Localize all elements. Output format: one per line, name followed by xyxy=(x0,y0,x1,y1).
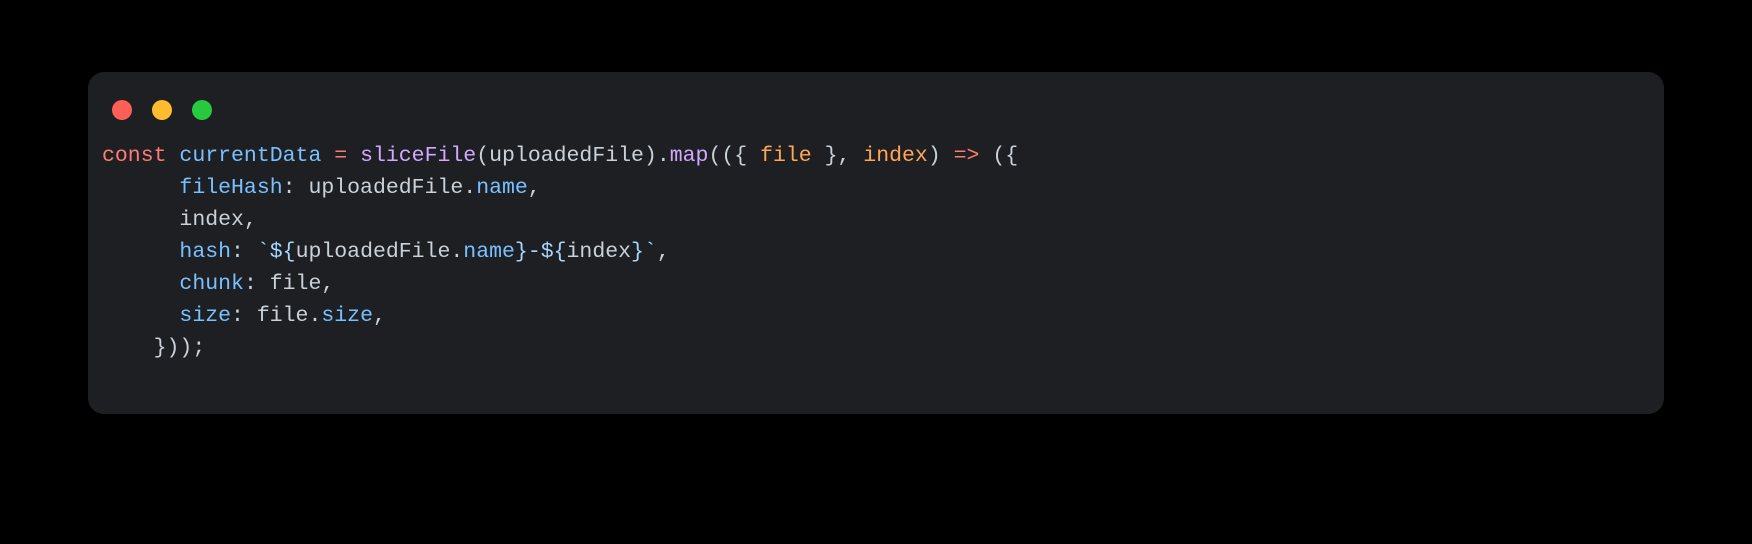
code-token-templ-punct: ${ xyxy=(541,240,567,264)
code-token-plain xyxy=(102,336,154,360)
code-token-prop: name xyxy=(463,240,515,264)
code-token-punct: : file. xyxy=(231,304,321,328)
code-token-plain xyxy=(102,240,179,264)
code-token-templ-punct: } xyxy=(515,240,528,264)
code-token-prop: fileHash xyxy=(179,176,282,200)
code-token-punct: . xyxy=(450,240,463,264)
maximize-icon[interactable] xyxy=(192,100,212,120)
code-token-plain xyxy=(102,208,179,232)
code-token-plain xyxy=(167,144,180,168)
code-token-punct: ) xyxy=(928,144,954,168)
close-icon[interactable] xyxy=(112,100,132,120)
code-token-param: index xyxy=(863,144,928,168)
code-token-arrow: => xyxy=(954,144,980,168)
code-token-prop: size xyxy=(179,304,231,328)
code-window: const currentData = sliceFile(uploadedFi… xyxy=(88,72,1664,414)
code-token-func: map xyxy=(670,144,709,168)
code-token-punct: : uploadedFile. xyxy=(283,176,477,200)
code-token-punct: ). xyxy=(644,144,670,168)
minimize-icon[interactable] xyxy=(152,100,172,120)
code-token-prop: chunk xyxy=(179,272,244,296)
code-token-plain xyxy=(102,304,179,328)
code-token-prop: hash xyxy=(179,240,231,264)
code-token-punct: , xyxy=(373,304,386,328)
code-token-punct: , xyxy=(657,240,670,264)
code-token-templ-punct: } xyxy=(631,240,644,264)
code-token-string: - xyxy=(528,240,541,264)
code-token-punct: }, xyxy=(812,144,864,168)
code-token-punct: , xyxy=(244,208,257,232)
code-token-templ-punct: ${ xyxy=(270,240,296,264)
code-token-plain: index xyxy=(567,240,632,264)
code-token-prop: name xyxy=(476,176,528,200)
code-token-param: file xyxy=(760,144,812,168)
code-token-punct: ({ xyxy=(979,144,1018,168)
code-token-punct: })); xyxy=(154,336,206,360)
code-token-plain xyxy=(347,144,360,168)
code-block[interactable]: const currentData = sliceFile(uploadedFi… xyxy=(102,140,1664,364)
code-token-punct: (({ xyxy=(708,144,760,168)
window-titlebar xyxy=(88,72,1664,122)
code-token-plain xyxy=(102,176,179,200)
code-token-punct: : file, xyxy=(244,272,334,296)
code-token-var: currentData xyxy=(179,144,321,168)
code-token-string: ` xyxy=(644,240,657,264)
code-token-func: sliceFile xyxy=(360,144,476,168)
code-token-string: ` xyxy=(257,240,270,264)
code-token-plain: index xyxy=(179,208,244,232)
code-token-punct: : xyxy=(231,240,257,264)
code-token-operator: = xyxy=(334,144,347,168)
code-token-punct: ( xyxy=(476,144,489,168)
code-token-prop: size xyxy=(321,304,373,328)
code-token-plain xyxy=(321,144,334,168)
code-token-plain: uploadedFile xyxy=(296,240,451,264)
code-token-punct: , xyxy=(528,176,541,200)
code-token-plain xyxy=(102,272,179,296)
code-token-keyword: const xyxy=(102,144,167,168)
code-area: const currentData = sliceFile(uploadedFi… xyxy=(88,122,1664,364)
code-token-plain: uploadedFile xyxy=(489,144,644,168)
